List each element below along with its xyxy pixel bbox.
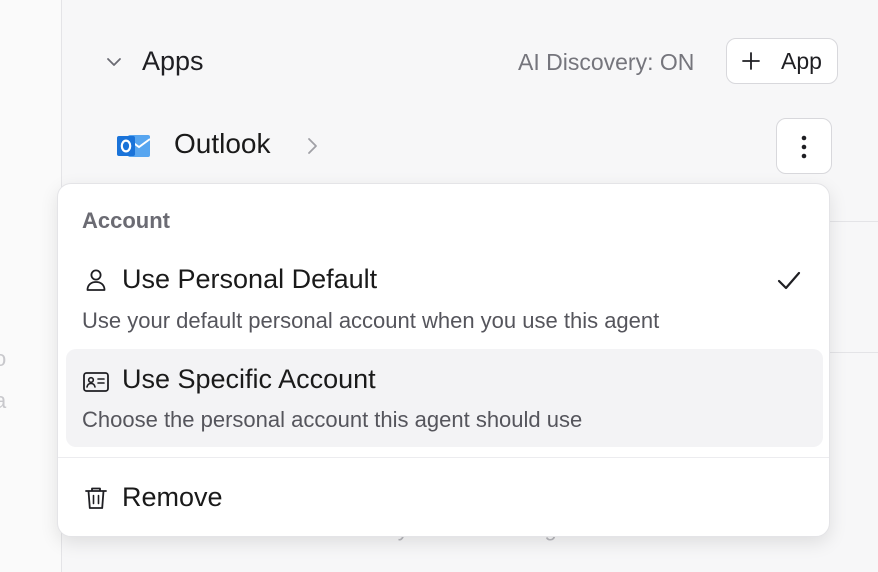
chevron-right-icon[interactable] xyxy=(302,136,322,156)
menu-divider xyxy=(58,457,829,458)
plus-icon xyxy=(742,52,760,70)
checkmark-icon xyxy=(777,271,801,290)
app-row-outlook[interactable]: Outlook xyxy=(116,118,832,174)
account-dropdown-menu: Account Use Personal Default Use your de… xyxy=(57,183,830,537)
menu-section-title: Account xyxy=(82,208,170,233)
id-card-icon xyxy=(83,372,109,392)
ai-discovery-status[interactable]: AI Discovery: ON xyxy=(518,49,694,76)
menu-item-use-specific-account[interactable]: Use Specific Account Choose the personal… xyxy=(66,349,823,447)
outlook-label: Outlook xyxy=(174,128,271,159)
apps-section-header: Apps AI Discovery: ON App xyxy=(104,38,840,86)
add-app-label: App xyxy=(781,48,822,74)
person-icon xyxy=(86,269,106,291)
menu-item-description: Choose the personal account this agent s… xyxy=(82,407,583,432)
apps-title: Apps xyxy=(142,46,204,76)
menu-item-title: Use Specific Account xyxy=(122,364,376,394)
menu-item-title: Use Personal Default xyxy=(122,264,378,294)
menu-item-remove[interactable]: Remove xyxy=(66,470,823,526)
menu-item-description: Use your default personal account when y… xyxy=(82,308,660,333)
left-rail-ghost-text: a xyxy=(0,388,6,414)
outlook-logo-icon xyxy=(117,135,151,157)
chevron-down-icon[interactable] xyxy=(104,52,124,72)
add-app-button[interactable]: App xyxy=(726,38,838,84)
vertical-ellipsis-icon xyxy=(801,135,807,159)
more-options-button[interactable] xyxy=(776,118,832,174)
remove-label: Remove xyxy=(122,482,223,512)
trash-icon xyxy=(85,487,107,509)
left-rail-ghost-text: o xyxy=(0,346,6,372)
menu-item-use-personal-default[interactable]: Use Personal Default Use your default pe… xyxy=(66,248,823,342)
left-rail: o a t xyxy=(0,0,62,572)
